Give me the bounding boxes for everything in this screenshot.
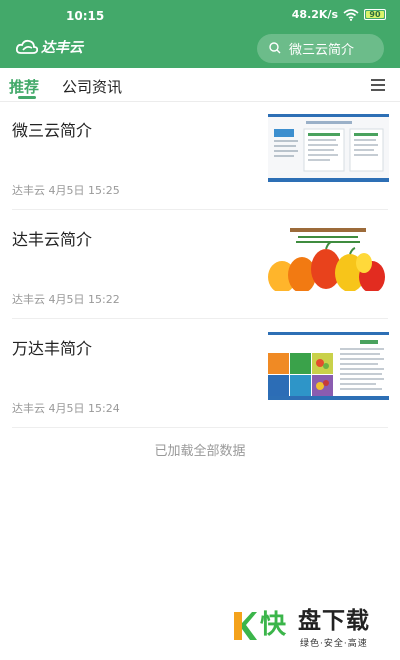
watermark-logo-icon [232,610,258,642]
battery-percent: 90 [369,10,381,19]
document-preview-thumbnail [268,114,389,182]
status-indicators: 48.2K/s 90 [292,8,386,21]
tab-recommend[interactable]: 推荐 [9,76,39,97]
menu-icon[interactable] [371,79,385,91]
list-item[interactable]: 万达丰简介 达丰云 4月5日 15:24 [0,319,400,428]
tab-active-indicator [18,96,36,99]
infographic-thumbnail [268,332,389,400]
article-title: 万达丰简介 [12,339,93,358]
watermark-slogan: 绿色·安全·高速 [300,639,368,649]
list-item[interactable]: 微三云简介 达丰云 4月5日 15:25 [0,101,400,210]
peppers-photo-thumbnail [268,223,389,291]
article-meta: 达丰云 4月5日 15:24 [12,400,120,416]
tab-company-news[interactable]: 公司资讯 [62,76,122,97]
status-time: 10:15 [66,9,105,23]
list-item[interactable]: 达丰云简介 达丰云 4月5日 15:22 [0,210,400,319]
cloud-logo-icon [16,39,38,55]
article-title: 达丰云简介 [12,230,93,249]
category-tabs: 推荐 公司资讯 [0,68,400,102]
battery-icon: 90 [364,9,386,20]
status-bar: 10:15 48.2K/s 90 [0,0,400,30]
article-author: 达丰云 [12,402,45,415]
list-end-text: 已加载全部数据 [154,444,246,459]
app-header: 达丰云 微三云简介 [0,30,400,68]
article-date: 4月5日 15:25 [48,184,120,197]
search-bar[interactable]: 微三云简介 [257,34,384,63]
article-author: 达丰云 [12,293,45,306]
watermark-name: 盘下载 [298,608,370,634]
wifi-icon [343,8,359,21]
app-logo: 达丰云 [16,37,83,57]
article-meta: 达丰云 4月5日 15:22 [12,291,120,307]
search-placeholder: 微三云简介 [289,43,355,58]
article-meta: 达丰云 4月5日 15:25 [12,182,120,198]
search-icon [269,39,281,58]
watermark: 快 盘下载 绿色·安全·高速 [232,606,394,654]
divider [12,427,388,428]
network-speed: 48.2K/s [291,8,338,21]
article-date: 4月5日 15:22 [48,293,120,306]
article-date: 4月5日 15:24 [48,402,120,415]
article-author: 达丰云 [12,184,45,197]
article-title: 微三云简介 [12,121,93,140]
app-logo-text: 达丰云 [41,40,83,56]
watermark-logo-char: 快 [260,610,287,640]
